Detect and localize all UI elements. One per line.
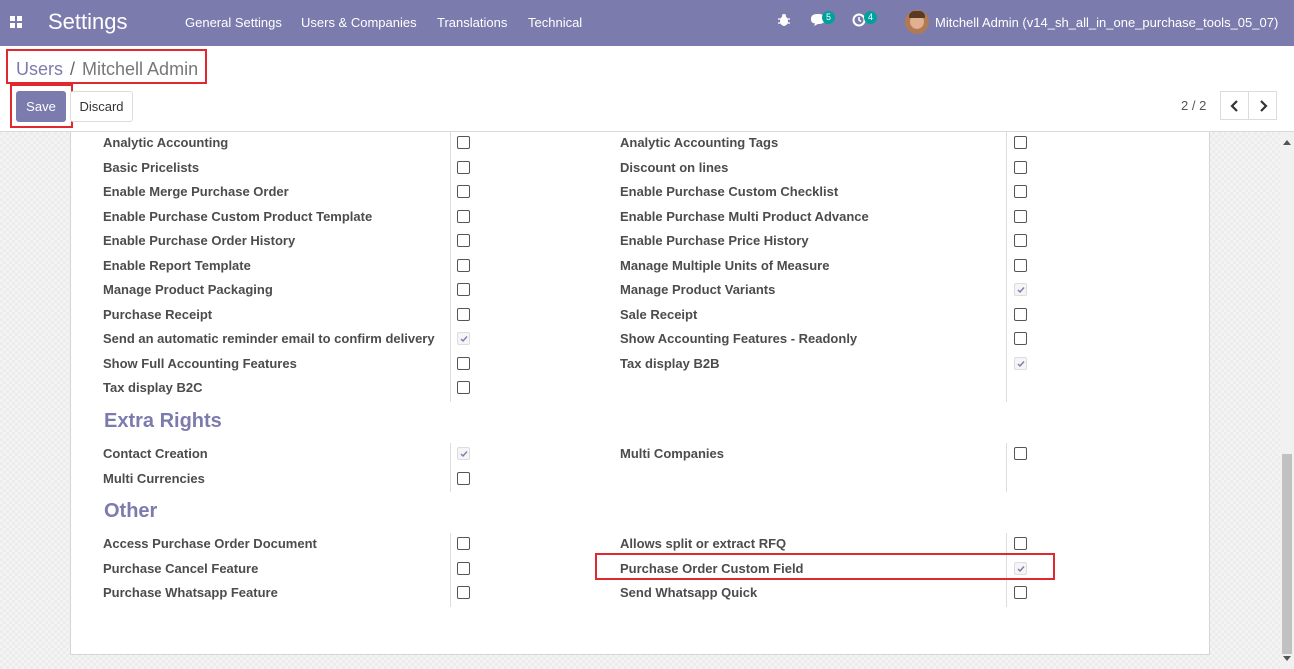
section-title: Extra Rights	[104, 410, 222, 432]
permission-label: Enable Purchase Order History	[103, 233, 296, 248]
permission-label: Purchase Whatsapp Feature	[103, 585, 278, 600]
permission-checkbox[interactable]	[1014, 209, 1027, 223]
chat-icon[interactable]: 5	[810, 11, 836, 33]
permission-checkbox[interactable]	[457, 356, 470, 370]
scroll-down-arrow[interactable]	[1283, 656, 1291, 661]
column-separator	[450, 533, 451, 607]
permission-label: Enable Purchase Custom Checklist	[620, 184, 839, 199]
permission-label: Purchase Receipt	[103, 306, 213, 322]
custom-field-highlight-box	[595, 553, 1055, 580]
pager-previous-button[interactable]	[1220, 91, 1249, 120]
permission-label: Manage Multiple Units of Measure	[620, 257, 830, 273]
bug-icon[interactable]	[777, 13, 799, 33]
permission-checkbox[interactable]	[457, 381, 470, 394]
permission-label: Show Full Accounting Features	[103, 355, 297, 371]
control-panel: Users / Mitchell Admin Save Discard 2 / 2	[0, 46, 1294, 132]
column-separator	[1006, 443, 1007, 492]
permission-label: Enable Purchase Multi Product Advance	[620, 208, 869, 224]
permission-label: Purchase Cancel Feature	[103, 560, 259, 576]
checkmark-icon	[460, 451, 468, 458]
permission-label: Enable Merge Purchase Order	[103, 184, 289, 199]
column-separator	[450, 132, 451, 402]
permission-checkbox[interactable]	[457, 561, 470, 575]
pager-next-button[interactable]	[1248, 91, 1277, 120]
permission-label: Manage Product Packaging	[103, 282, 273, 297]
menu-users-companies[interactable]: Users & Companies	[301, 15, 417, 30]
permission-checkbox[interactable]	[457, 209, 470, 223]
column-separator	[450, 443, 451, 492]
permission-checkbox[interactable]	[457, 471, 470, 485]
permission-label: Tax display B2B	[620, 355, 720, 371]
permission-label: Sale Receipt	[620, 306, 698, 322]
permission-label: Contact Creation	[103, 446, 208, 461]
menu-general-settings[interactable]: General Settings	[185, 15, 282, 30]
scroll-up-arrow[interactable]	[1283, 140, 1291, 145]
form-content-area: Analytic Accounting Analytic Accounting T…	[0, 132, 1280, 669]
permission-label: Enable Purchase Custom Product Template	[103, 208, 373, 224]
chevron-right-icon	[1260, 100, 1268, 112]
user-menu[interactable]: Mitchell Admin (v14_sh_all_in_one_purcha…	[935, 15, 1278, 30]
discard-button[interactable]: Discard	[70, 91, 133, 122]
permission-checkbox[interactable]	[457, 258, 470, 272]
vertical-scrollbar[interactable]	[1280, 132, 1294, 669]
checkmark-icon	[460, 336, 468, 343]
permission-label: Allows split or extract RFQ	[620, 536, 787, 551]
column-separator	[1006, 132, 1007, 402]
chevron-left-icon	[1230, 100, 1238, 112]
permission-checkbox[interactable]	[457, 332, 470, 345]
permission-checkbox[interactable]	[457, 136, 470, 149]
permission-checkbox[interactable]	[1014, 332, 1027, 345]
permission-checkbox[interactable]	[1014, 356, 1027, 370]
permission-checkbox[interactable]	[457, 160, 470, 174]
permission-checkbox[interactable]	[457, 537, 470, 550]
permission-checkbox[interactable]	[1014, 307, 1027, 321]
permission-checkbox[interactable]	[1014, 447, 1027, 460]
menu-technical[interactable]: Technical	[528, 15, 582, 30]
permission-label: Basic Pricelists	[103, 159, 200, 175]
permission-checkbox[interactable]	[1014, 586, 1027, 599]
permission-checkbox[interactable]	[457, 185, 470, 198]
permission-label: Show Accounting Features - Readonly	[620, 331, 858, 346]
permission-checkbox[interactable]	[1014, 258, 1027, 272]
permission-checkbox[interactable]	[457, 234, 470, 247]
permission-checkbox[interactable]	[457, 307, 470, 321]
permission-label: Tax display B2C	[103, 380, 203, 395]
checkmark-icon	[1017, 360, 1025, 367]
top-navbar: Settings General Settings Users & Compan…	[0, 0, 1294, 46]
permission-label: Multi Currencies	[103, 470, 205, 486]
permission-label: Discount on lines	[620, 159, 729, 175]
permission-label: Access Purchase Order Document	[103, 536, 317, 551]
permission-checkbox[interactable]	[457, 586, 470, 599]
activity-clock-icon[interactable]: 4	[852, 11, 878, 33]
save-highlight-box	[10, 84, 73, 128]
section-title: Other	[104, 500, 158, 522]
chat-count-badge: 5	[822, 11, 836, 24]
permission-checkbox[interactable]	[1014, 136, 1027, 149]
app-brand[interactable]: Settings	[48, 9, 128, 35]
permission-label: Multi Companies	[620, 446, 725, 461]
activity-count-badge: 4	[864, 11, 878, 24]
permission-label: Enable Purchase Price History	[620, 233, 809, 248]
permission-checkbox[interactable]	[457, 283, 470, 296]
breadcrumb-highlight-box	[6, 49, 207, 84]
permission-label: Analytic Accounting Tags	[620, 135, 779, 150]
permission-label: Manage Product Variants	[620, 282, 776, 297]
apps-menu-icon[interactable]	[10, 16, 23, 29]
menu-translations[interactable]: Translations	[437, 15, 507, 30]
checkmark-icon	[1017, 287, 1025, 294]
permission-label: Send Whatsapp Quick	[620, 585, 758, 600]
scroll-thumb[interactable]	[1282, 454, 1292, 654]
permission-checkbox[interactable]	[1014, 234, 1027, 247]
pager-value[interactable]: 2 / 2	[1181, 98, 1206, 113]
user-avatar[interactable]	[905, 10, 929, 34]
permission-checkbox[interactable]	[457, 447, 470, 460]
permission-checkbox[interactable]	[1014, 185, 1027, 198]
permission-label: Enable Report Template	[103, 257, 251, 273]
permission-label: Analytic Accounting	[103, 135, 229, 150]
permission-checkbox[interactable]	[1014, 160, 1027, 174]
permission-label: Send an automatic reminder email to conf…	[103, 331, 435, 346]
permission-checkbox[interactable]	[1014, 283, 1027, 296]
permission-checkbox[interactable]	[1014, 537, 1027, 550]
